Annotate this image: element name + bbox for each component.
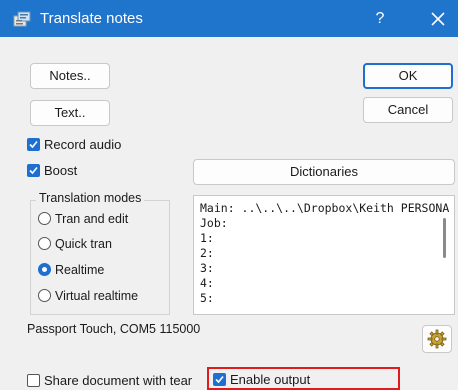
boost-label: Boost <box>44 163 78 178</box>
radio-tran-and-edit[interactable]: Tran and edit <box>38 210 128 228</box>
radio-unselected-icon <box>38 237 51 250</box>
radio-virtual-realtime[interactable]: Virtual realtime <box>38 287 138 305</box>
dictionary-slot-line: 4: <box>200 276 214 290</box>
radio-unselected-icon <box>38 212 51 225</box>
dictionary-slot-line: 5: <box>200 291 214 305</box>
radio-unselected-icon <box>38 289 51 302</box>
radio-label: Quick tran <box>55 237 112 251</box>
help-button[interactable]: ? <box>360 6 400 31</box>
share-document-checkbox[interactable]: Share document with tear <box>27 372 192 390</box>
record-audio-checkbox[interactable]: Record audio <box>27 136 121 154</box>
text-button[interactable]: Text.. <box>30 100 110 126</box>
close-icon <box>431 12 445 26</box>
dictionary-slot-line: 3: <box>200 261 214 275</box>
radio-label: Virtual realtime <box>55 289 139 303</box>
settings-button[interactable] <box>422 325 452 353</box>
radio-label: Tran and edit <box>55 212 129 226</box>
dialog-title: Translate notes <box>40 10 143 27</box>
list-scrollbar[interactable] <box>443 218 446 258</box>
enable-output-checkbox[interactable]: Enable output <box>213 371 310 389</box>
dictionary-slot-line: 1: <box>200 231 214 245</box>
translate-notes-app-icon <box>13 11 31 27</box>
dictionaries-button[interactable]: Dictionaries <box>193 159 455 185</box>
dictionary-slot-line: 2: <box>200 246 214 260</box>
checkbox-checked-icon <box>27 164 40 177</box>
checkbox-checked-icon <box>27 138 40 151</box>
radio-selected-icon <box>38 263 51 276</box>
device-status: Passport Touch, COM5 115000 <box>27 322 201 336</box>
ok-button[interactable]: OK <box>363 63 453 89</box>
radio-quick-tran[interactable]: Quick tran <box>38 235 112 253</box>
notes-button[interactable]: Notes.. <box>30 63 110 89</box>
radio-realtime[interactable]: Realtime <box>38 261 104 279</box>
dictionary-main-line: Main: ..\..\..\Dropbox\Keith PERSONA <box>200 201 450 215</box>
translate-notes-dialog: Translate notes ? Notes.. Text.. OK Canc… <box>0 0 458 390</box>
share-document-label: Share document with tear <box>44 373 193 388</box>
settings-gear-icon <box>427 329 447 349</box>
radio-label: Realtime <box>55 263 105 277</box>
record-audio-label: Record audio <box>44 137 122 152</box>
checkbox-checked-icon <box>213 373 226 386</box>
dictionary-list[interactable]: Main: ..\..\..\Dropbox\Keith PERSONA Job… <box>193 195 455 315</box>
title-bar: Translate notes ? <box>0 0 458 37</box>
checkbox-unchecked-icon <box>27 374 40 387</box>
boost-checkbox[interactable]: Boost <box>27 162 77 180</box>
enable-output-label: Enable output <box>230 372 311 387</box>
translation-modes-label: Translation modes <box>36 191 145 205</box>
close-button[interactable] <box>420 6 456 31</box>
dictionary-job-line: Job: <box>200 216 228 230</box>
cancel-button[interactable]: Cancel <box>363 97 453 123</box>
